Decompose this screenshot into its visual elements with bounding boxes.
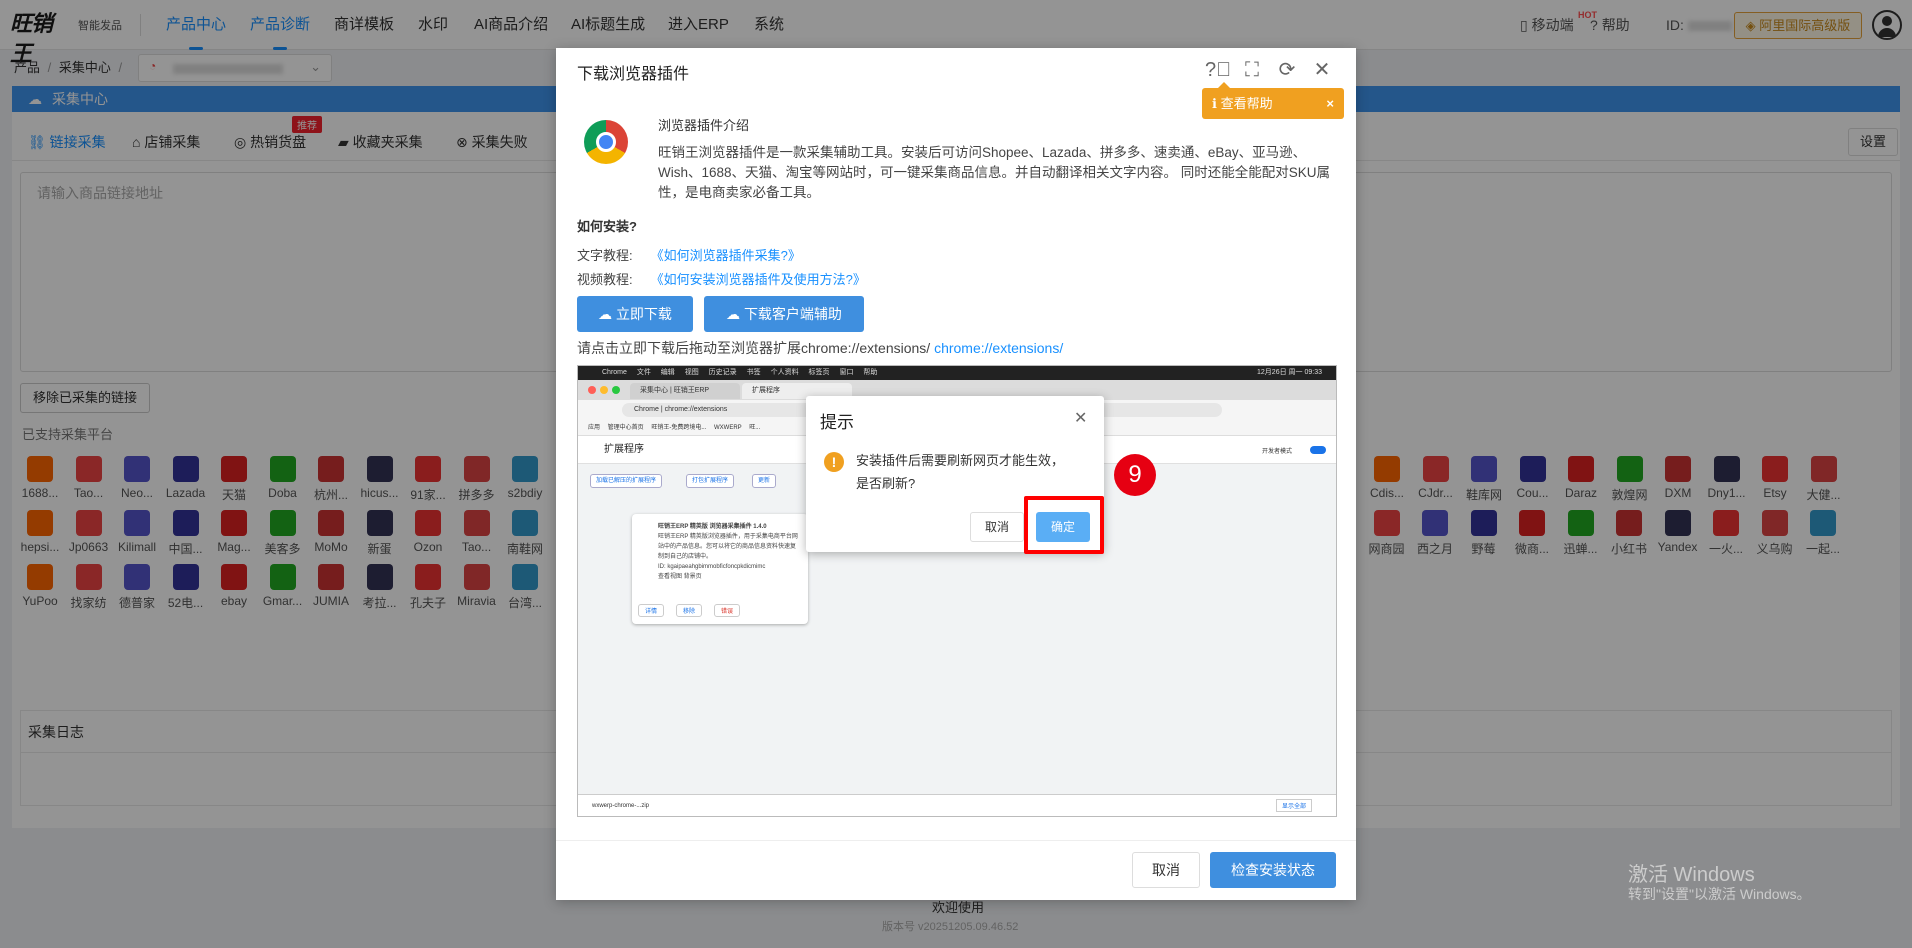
- cloud-download-icon: ☁: [726, 306, 741, 322]
- dialog-cancel-button[interactable]: 取消: [970, 512, 1024, 542]
- modal-footer-divider: [556, 840, 1356, 841]
- mac-menubar: Chrome 文件 编辑 视图 历史记录 书签 个人资料 标签页 窗口 帮助: [578, 366, 1336, 380]
- install-hint: 请点击立即下载后拖动至浏览器扩展chrome://extensions/ chr…: [577, 340, 1064, 356]
- video-tutorial-row: 视频教程: 《如何安装浏览器插件及使用方法?》: [577, 272, 866, 287]
- extensions-link[interactable]: chrome://extensions/: [934, 340, 1063, 356]
- cloud-download-icon: ☁: [598, 306, 613, 322]
- close-icon[interactable]: ✕: [1310, 58, 1334, 82]
- warning-icon: !: [824, 452, 844, 472]
- refresh-icon[interactable]: ⟳: [1275, 58, 1299, 82]
- modal-title: 下载浏览器插件: [577, 66, 690, 83]
- intro-text: 旺销王浏览器插件是一款采集辅助工具。安装后可访问Shopee、Lazada、拼多…: [658, 145, 1331, 200]
- step-number-badge: 9: [1114, 454, 1156, 496]
- highlight-box: [1024, 496, 1104, 554]
- tooltip-close-icon[interactable]: ×: [1326, 88, 1334, 119]
- fullscreen-icon[interactable]: ⛶: [1240, 58, 1264, 82]
- help-circle-icon[interactable]: ?⃝: [1205, 58, 1231, 82]
- download-now-button[interactable]: ☁ 立即下载: [577, 296, 693, 332]
- howto-title: 如何安装?: [577, 219, 637, 234]
- windows-activation-title: 激活 Windows: [1628, 864, 1755, 886]
- text-tutorial-link[interactable]: 《如何浏览器插件采集?》: [651, 248, 801, 263]
- chrome-logo-icon: [584, 120, 628, 164]
- help-tooltip[interactable]: ℹ 查看帮助 ×: [1202, 82, 1344, 119]
- modal-cancel-button[interactable]: 取消: [1132, 852, 1200, 888]
- info-icon: ℹ: [1212, 96, 1217, 111]
- dialog-message: 安装插件后需要刷新网页才能生效，是否刷新?: [856, 453, 1065, 491]
- windows-activation-text: 转到"设置"以激活 Windows。: [1628, 886, 1811, 902]
- video-tutorial-link[interactable]: 《如何安装浏览器插件及使用方法?》: [651, 272, 866, 287]
- download-client-button[interactable]: ☁ 下载客户端辅助: [704, 296, 864, 332]
- intro-title: 浏览器插件介绍: [658, 118, 750, 133]
- dialog-close-icon[interactable]: ✕: [1074, 408, 1087, 428]
- check-install-status-button[interactable]: 检查安装状态: [1210, 852, 1336, 888]
- text-tutorial-row: 文字教程: 《如何浏览器插件采集?》: [577, 248, 801, 263]
- dialog-title: 提示: [820, 413, 854, 432]
